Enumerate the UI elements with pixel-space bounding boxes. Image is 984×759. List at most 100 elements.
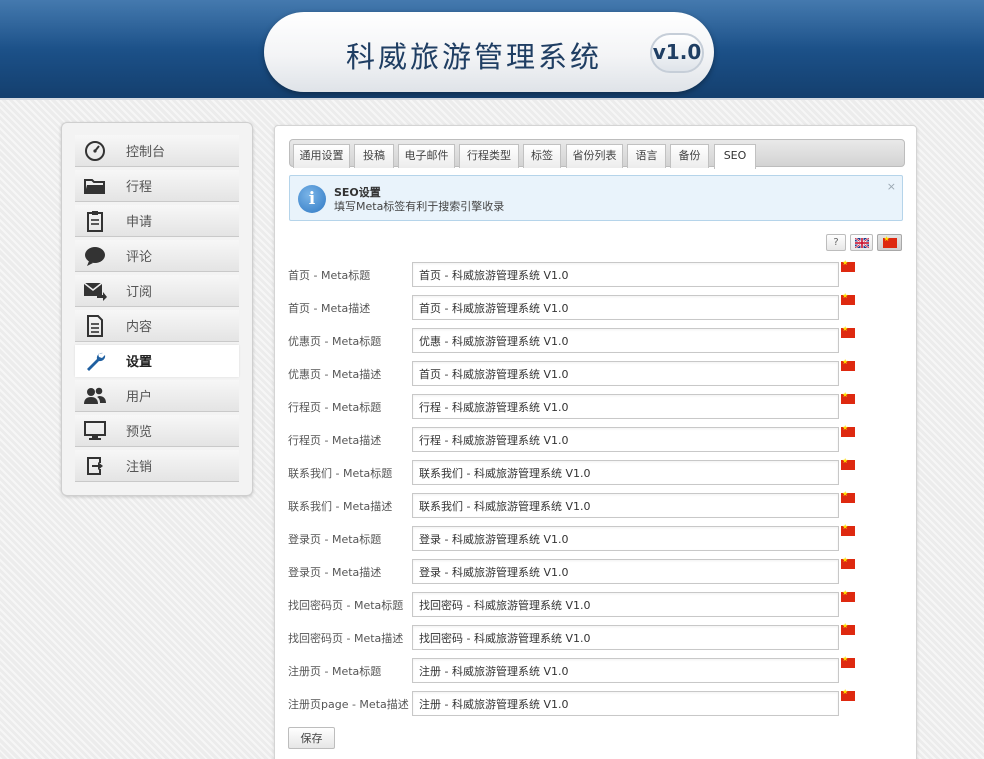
- china-flag-icon: [841, 622, 855, 635]
- sidebar: 控制台 行程 申请 评论 订阅 内容 设置 用户 预览 注销: [61, 122, 253, 496]
- sidebar-item-requests[interactable]: 申请: [75, 205, 239, 237]
- sidebar-item-trips[interactable]: 行程: [75, 170, 239, 202]
- seo-field-row: 行程页 - Meta描述: [275, 424, 918, 453]
- sidebar-item-label: 评论: [126, 250, 153, 265]
- meta-field-input[interactable]: [412, 361, 839, 386]
- china-flag-icon: [841, 688, 855, 701]
- field-label: 登录页 - Meta标题: [288, 533, 382, 546]
- meta-field-input[interactable]: [412, 262, 839, 287]
- info-icon: i: [298, 185, 326, 213]
- meta-field-input[interactable]: [412, 658, 839, 683]
- meta-field-input[interactable]: [412, 526, 839, 551]
- meta-field-input[interactable]: [412, 592, 839, 617]
- tab-general[interactable]: 通用设置: [293, 144, 350, 168]
- sidebar-item-preview[interactable]: 预览: [75, 415, 239, 447]
- seo-field-row: 登录页 - Meta标题: [275, 523, 918, 552]
- field-label: 优惠页 - Meta标题: [288, 335, 382, 348]
- sidebar-item-label: 申请: [126, 215, 153, 230]
- meta-field-input[interactable]: [412, 559, 839, 584]
- tab-tags[interactable]: 标签: [523, 144, 561, 168]
- seo-field-row: 注册页page - Meta描述: [275, 688, 918, 717]
- china-flag-icon: [841, 424, 855, 437]
- meta-field-input[interactable]: [412, 625, 839, 650]
- meta-field-input[interactable]: [412, 460, 839, 485]
- sidebar-item-label: 控制台: [126, 145, 166, 160]
- tab-language[interactable]: 语言: [627, 144, 666, 168]
- field-label: 优惠页 - Meta描述: [288, 368, 382, 381]
- field-label: 首页 - Meta描述: [288, 302, 371, 315]
- field-label: 注册页page - Meta描述: [288, 698, 409, 711]
- sidebar-item-comments[interactable]: 评论: [75, 240, 239, 272]
- mail-forward-icon: [82, 279, 108, 303]
- sidebar-item-label: 内容: [126, 320, 153, 335]
- settings-tabbar: 通用设置 投稿 电子邮件 行程类型 标签 省份列表 语言 备份 SEO: [289, 139, 905, 169]
- china-flag-icon: [841, 292, 855, 305]
- sidebar-item-label: 行程: [126, 180, 153, 195]
- seo-field-row: 首页 - Meta描述: [275, 292, 918, 321]
- clipboard-icon: [82, 209, 108, 233]
- china-flag-icon: [882, 235, 897, 248]
- field-label: 首页 - Meta标题: [288, 269, 371, 282]
- app-logo: 科威旅游管理系统 v1.0: [264, 12, 714, 92]
- sidebar-item-subscriptions[interactable]: 订阅: [75, 275, 239, 307]
- field-label: 登录页 - Meta描述: [288, 566, 382, 579]
- seo-field-row: 优惠页 - Meta标题: [275, 325, 918, 354]
- sidebar-item-label: 订阅: [126, 285, 153, 300]
- seo-field-row: 首页 - Meta标题: [275, 259, 918, 288]
- sidebar-item-content[interactable]: 内容: [75, 310, 239, 342]
- seo-field-row: 行程页 - Meta标题: [275, 391, 918, 420]
- logout-icon: [82, 454, 108, 478]
- help-button[interactable]: ?: [826, 234, 846, 251]
- tab-trip-types[interactable]: 行程类型: [459, 144, 519, 168]
- speech-bubble-icon: [82, 244, 108, 268]
- language-english-button[interactable]: [850, 234, 873, 251]
- help-icon: ?: [833, 237, 839, 248]
- document-icon: [82, 314, 108, 338]
- field-label: 联系我们 - Meta描述: [288, 500, 393, 513]
- field-label: 找回密码页 - Meta描述: [288, 632, 404, 645]
- tab-submissions[interactable]: 投稿: [354, 144, 394, 168]
- china-flag-icon: [841, 457, 855, 470]
- meta-field-input[interactable]: [412, 328, 839, 353]
- sidebar-item-settings[interactable]: 设置: [75, 345, 239, 377]
- uk-flag-icon: [854, 237, 869, 248]
- tab-seo[interactable]: SEO: [714, 144, 756, 169]
- tab-email[interactable]: 电子邮件: [398, 144, 455, 168]
- seo-field-row: 找回密码页 - Meta描述: [275, 622, 918, 651]
- seo-field-row: 优惠页 - Meta描述: [275, 358, 918, 387]
- tab-provinces[interactable]: 省份列表: [566, 144, 623, 168]
- seo-field-row: 找回密码页 - Meta标题: [275, 589, 918, 618]
- seo-field-row: 注册页 - Meta标题: [275, 655, 918, 684]
- sidebar-item-users[interactable]: 用户: [75, 380, 239, 412]
- tab-backup[interactable]: 备份: [670, 144, 709, 168]
- meta-field-input[interactable]: [412, 493, 839, 518]
- field-label: 联系我们 - Meta标题: [288, 467, 393, 480]
- china-flag-icon: [841, 391, 855, 404]
- sidebar-item-dashboard[interactable]: 控制台: [75, 135, 239, 167]
- field-label: 找回密码页 - Meta标题: [288, 599, 404, 612]
- seo-field-row: 登录页 - Meta描述: [275, 556, 918, 585]
- sidebar-item-label: 预览: [126, 425, 153, 440]
- field-label: 行程页 - Meta描述: [288, 434, 382, 447]
- meta-field-input[interactable]: [412, 394, 839, 419]
- field-label: 注册页 - Meta标题: [288, 665, 382, 678]
- close-icon[interactable]: ×: [887, 180, 896, 193]
- china-flag-icon: [841, 259, 855, 272]
- china-flag-icon: [841, 490, 855, 503]
- field-label: 行程页 - Meta标题: [288, 401, 382, 414]
- info-alert: i SEO设置 填写Meta标签有利于搜索引擎收录 ×: [289, 175, 903, 221]
- meta-field-input[interactable]: [412, 691, 839, 716]
- china-flag-icon: [841, 589, 855, 602]
- sidebar-item-logout[interactable]: 注销: [75, 450, 239, 482]
- language-chinese-button[interactable]: [877, 234, 902, 251]
- save-button[interactable]: 保存: [288, 727, 335, 749]
- meta-field-input[interactable]: [412, 295, 839, 320]
- alert-text: 填写Meta标签有利于搜索引擎收录: [334, 200, 505, 213]
- sidebar-item-label: 设置: [126, 355, 153, 370]
- china-flag-icon: [841, 556, 855, 569]
- china-flag-icon: [841, 523, 855, 536]
- meta-field-input[interactable]: [412, 427, 839, 452]
- dashboard-icon: [82, 139, 108, 163]
- version-badge: v1.0: [650, 33, 704, 73]
- china-flag-icon: [841, 655, 855, 668]
